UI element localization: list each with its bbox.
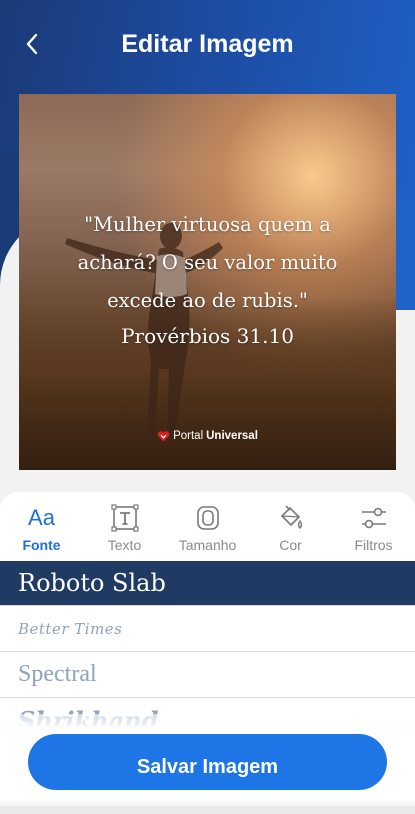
tab-cor[interactable]: Cor <box>249 492 332 562</box>
quote-line-1: "Mulher virtuosa quem a <box>84 213 331 236</box>
quote-text[interactable]: "Mulher virtuosa quem a achará? O seu va… <box>49 206 366 320</box>
watermark-name: Universal <box>206 430 258 442</box>
top-bar: Editar Imagem <box>0 22 415 66</box>
font-option-better-times[interactable]: Better Times <box>0 606 415 652</box>
font-list: Roboto Slab Better Times Spectral Shrikh… <box>0 561 415 726</box>
font-aa-icon: Aa <box>28 505 55 530</box>
font-option-spectral[interactable]: Spectral <box>0 652 415 698</box>
watermark: Portal Universal <box>19 430 396 442</box>
resize-icon <box>194 504 222 532</box>
page-title: Editar Imagem <box>121 30 294 58</box>
text-box-icon <box>110 504 139 532</box>
font-option-roboto-slab[interactable]: Roboto Slab <box>0 561 415 606</box>
tab-tamanho[interactable]: Tamanho <box>166 492 249 562</box>
tab-texto[interactable]: Texto <box>83 492 166 562</box>
quote-reference: Provérbios 31.10 <box>121 324 294 348</box>
tab-label: Cor <box>279 537 302 553</box>
quote-line-2: achará? O seu valor muito <box>77 251 338 274</box>
tab-label: Tamanho <box>178 537 237 553</box>
tab-label: Texto <box>107 537 142 553</box>
paint-bucket-icon <box>277 504 305 532</box>
edit-toolbar: Aa Fonte Texto Tamanho Cor Filtros <box>0 492 415 562</box>
heart-logo-icon <box>157 430 170 441</box>
tab-label: Filtros <box>354 537 393 553</box>
save-image-button[interactable]: Salvar Imagem <box>28 734 387 790</box>
watermark-brand: Portal <box>173 430 204 442</box>
quote-line-3: excede ao de rubis." <box>107 289 308 312</box>
tab-filtros[interactable]: Filtros <box>332 492 415 562</box>
sliders-icon <box>360 504 388 532</box>
image-preview[interactable]: "Mulher virtuosa quem a achará? O seu va… <box>19 94 396 470</box>
tab-fonte[interactable]: Aa Fonte <box>0 492 83 562</box>
system-nav-strip <box>0 806 415 814</box>
tab-label: Fonte <box>22 537 61 553</box>
